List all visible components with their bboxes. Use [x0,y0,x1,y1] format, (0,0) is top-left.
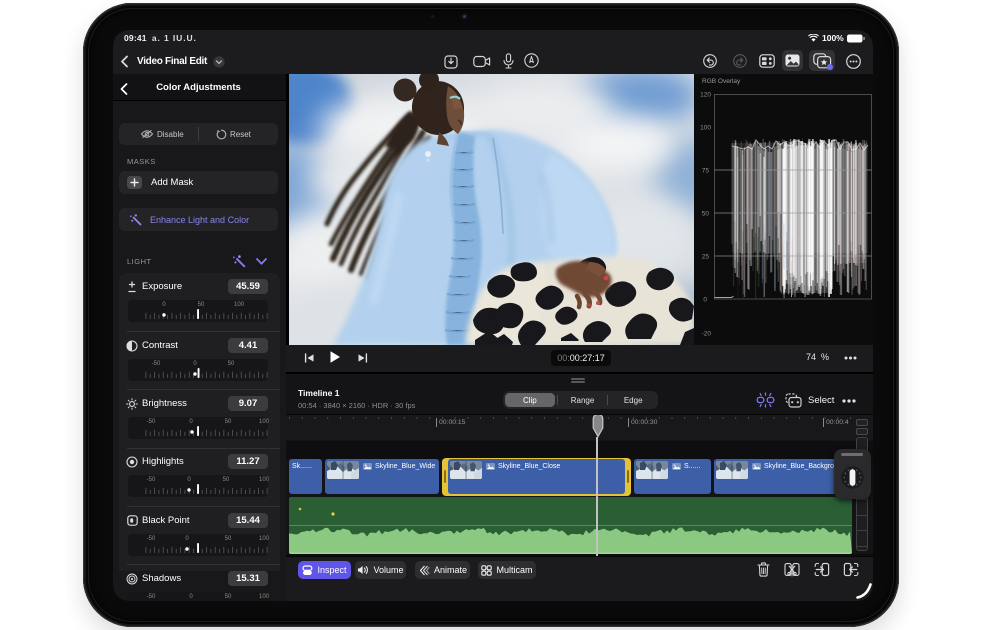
svg-text:50: 50 [702,211,710,218]
svg-text:0: 0 [703,297,707,304]
svg-text:75: 75 [702,168,710,175]
svg-text:25: 25 [702,254,710,261]
svg-text:120: 120 [700,92,711,99]
svg-text:-20: -20 [702,331,712,338]
svg-text:100: 100 [700,125,711,132]
